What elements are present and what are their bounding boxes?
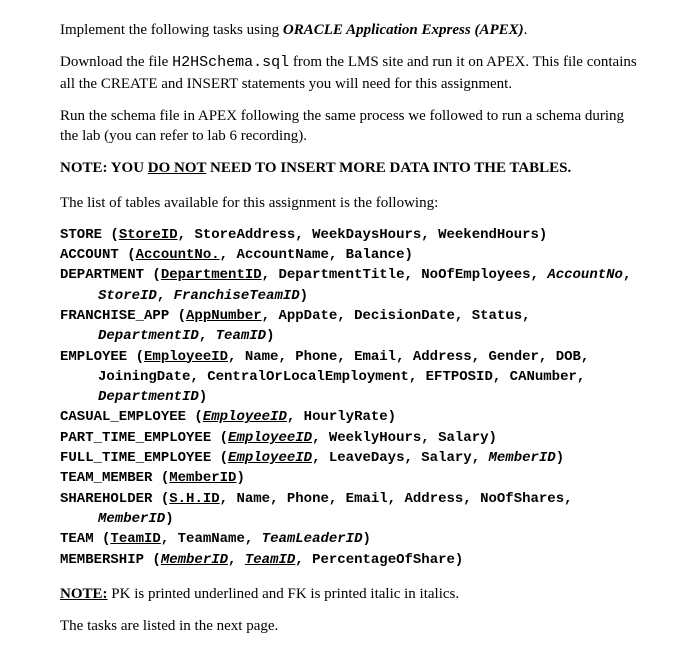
note-emphasis: DO NOT: [148, 160, 206, 176]
cols: JoiningDate, CentralOrLocalEmployment, E…: [98, 369, 585, 385]
fk: StoreID: [98, 288, 157, 304]
pk: DepartmentID: [161, 267, 262, 283]
cols: ): [199, 389, 207, 405]
table-part-time-employee: PART_TIME_EMPLOYEE (EmployeeID, WeeklyHo…: [60, 428, 642, 448]
apex-emphasis: ORACLE Application Express (APEX): [283, 22, 524, 38]
pkfk: EmployeeID: [228, 450, 312, 466]
table-team-member: TEAM_MEMBER (MemberID): [60, 468, 642, 488]
table-membership: MEMBERSHIP (MemberID, TeamID, Percentage…: [60, 550, 642, 570]
text: NOTE: YOU: [60, 160, 148, 176]
intro-paragraph-1: Implement the following tasks using ORAC…: [60, 20, 642, 40]
cols: , LeaveDays, Salary,: [312, 450, 488, 466]
table-name: PART_TIME_EMPLOYEE: [60, 430, 211, 446]
table-full-time-employee: FULL_TIME_EMPLOYEE (EmployeeID, LeaveDay…: [60, 448, 642, 468]
fk: FranchiseTeamID: [174, 288, 300, 304]
table-name: STORE: [60, 227, 102, 243]
table-store: STORE (StoreID, StoreAddress, WeekDaysHo…: [60, 225, 642, 245]
cols: ): [266, 328, 274, 344]
footnote: NOTE: PK is printed underlined and FK is…: [60, 584, 642, 604]
text: NEED TO INSERT MORE DATA INTO THE TABLES…: [206, 160, 571, 176]
pk: AccountNo.: [136, 247, 220, 263]
pk: EmployeeID: [144, 349, 228, 365]
wrap: DepartmentID, TeamID): [60, 326, 642, 346]
table-department: DEPARTMENT (DepartmentID, DepartmentTitl…: [60, 265, 642, 285]
pk: StoreID: [119, 227, 178, 243]
pk: MemberID: [169, 470, 236, 486]
cols: ): [363, 531, 371, 547]
cols: ): [300, 288, 308, 304]
text: Implement the following tasks using: [60, 22, 283, 38]
table-team: TEAM (TeamID, TeamName, TeamLeaderID): [60, 529, 642, 549]
cols: , TeamName,: [161, 531, 262, 547]
footnote-label: NOTE:: [60, 586, 108, 602]
table-franchise-app: FRANCHISE_APP (AppNumber, AppDate, Decis…: [60, 306, 642, 326]
cols: , PercentageOfShare): [295, 552, 463, 568]
table-name: MEMBERSHIP: [60, 552, 144, 568]
table-employee: EMPLOYEE (EmployeeID, Name, Phone, Email…: [60, 347, 642, 367]
table-name: FULL_TIME_EMPLOYEE: [60, 450, 211, 466]
cols: , Name, Phone, Email, Address, NoOfShare…: [220, 491, 573, 507]
intro-paragraph-2: Download the file H2HSchema.sql from the…: [60, 52, 642, 94]
table-account: ACCOUNT (AccountNo., AccountName, Balanc…: [60, 245, 642, 265]
cols: , WeeklyHours, Salary): [312, 430, 497, 446]
note-heading: NOTE: YOU DO NOT NEED TO INSERT MORE DAT…: [60, 158, 642, 178]
cols: , DepartmentTitle, NoOfEmployees,: [262, 267, 548, 283]
table-casual-employee: CASUAL_EMPLOYEE (EmployeeID, HourlyRate): [60, 407, 642, 427]
cols: , StoreAddress, WeekDaysHours, WeekendHo…: [178, 227, 548, 243]
table-name: FRANCHISE_APP: [60, 308, 169, 324]
cols: ): [165, 511, 173, 527]
pk: AppNumber: [186, 308, 262, 324]
table-name: CASUAL_EMPLOYEE: [60, 409, 186, 425]
cols: ): [556, 450, 564, 466]
schema-block: STORE (StoreID, StoreAddress, WeekDaysHo…: [60, 225, 642, 570]
sep: ,: [228, 552, 245, 568]
list-intro: The list of tables available for this as…: [60, 193, 642, 213]
cols: ,: [623, 267, 631, 283]
cols: , Name, Phone, Email, Address, Gender, D…: [228, 349, 589, 365]
pk: TeamID: [110, 531, 160, 547]
fk: AccountNo: [547, 267, 623, 283]
fk: DepartmentID: [98, 328, 199, 344]
table-name: ACCOUNT: [60, 247, 119, 263]
wrap: MemberID): [60, 509, 642, 529]
cols: , AppDate, DecisionDate, Status,: [262, 308, 531, 324]
fk: MemberID: [489, 450, 556, 466]
cols: , HourlyRate): [287, 409, 396, 425]
document-page: Implement the following tasks using ORAC…: [0, 0, 677, 668]
fk: TeamLeaderID: [262, 531, 363, 547]
footnote-text: PK is printed underlined and FK is print…: [108, 586, 460, 602]
pkfk: EmployeeID: [203, 409, 287, 425]
text: .: [524, 22, 528, 38]
table-name: TEAM_MEMBER: [60, 470, 152, 486]
fk: DepartmentID: [98, 389, 199, 405]
cols: ,: [157, 288, 174, 304]
pkfk: MemberID: [161, 552, 228, 568]
closing: The tasks are listed in the next page.: [60, 616, 642, 636]
pkfk: EmployeeID: [228, 430, 312, 446]
filename: H2HSchema.sql: [172, 54, 289, 71]
intro-paragraph-3: Run the schema file in APEX following th…: [60, 106, 642, 147]
pkfk: TeamID: [245, 552, 295, 568]
cols: , AccountName, Balance): [220, 247, 413, 263]
text: Download the file: [60, 54, 172, 70]
table-name: SHAREHOLDER: [60, 491, 152, 507]
wrap: DepartmentID): [60, 387, 642, 407]
fk: MemberID: [98, 511, 165, 527]
table-name: TEAM: [60, 531, 94, 547]
wrap: StoreID, FranchiseTeamID): [60, 286, 642, 306]
cols: ): [236, 470, 244, 486]
table-shareholder: SHAREHOLDER (S.H.ID, Name, Phone, Email,…: [60, 489, 642, 509]
fk: TeamID: [216, 328, 266, 344]
table-name: DEPARTMENT: [60, 267, 144, 283]
cols: ,: [199, 328, 216, 344]
table-name: EMPLOYEE: [60, 349, 127, 365]
wrap: JoiningDate, CentralOrLocalEmployment, E…: [60, 367, 642, 387]
pk: S.H.ID: [169, 491, 219, 507]
